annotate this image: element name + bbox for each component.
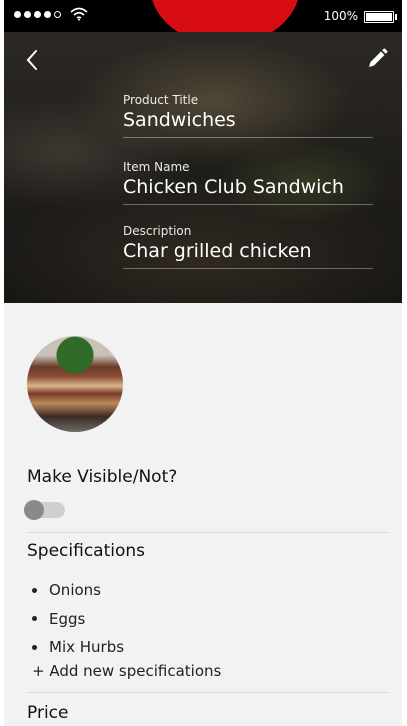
- toggle-knob: [24, 500, 44, 520]
- edit-pencil-icon[interactable]: [364, 46, 390, 72]
- spec-item-label: Eggs: [49, 609, 86, 628]
- back-chevron-icon[interactable]: [18, 46, 46, 74]
- description-label: Description: [123, 224, 192, 238]
- description-value[interactable]: Char grilled chicken: [123, 240, 373, 269]
- list-item: Mix Hurbs: [32, 633, 124, 662]
- divider: [27, 692, 389, 693]
- visibility-toggle[interactable]: [24, 500, 65, 520]
- visibility-label: Make Visible/Not?: [27, 467, 178, 487]
- list-item: Onions: [32, 576, 124, 605]
- add-specification-link[interactable]: + Add new specifications: [32, 662, 221, 680]
- specifications-list: Onions Eggs Mix Hurbs: [32, 576, 124, 662]
- divider: [27, 532, 389, 533]
- specifications-heading: Specifications: [27, 541, 146, 561]
- product-title-field[interactable]: Product Title Sandwiches: [123, 93, 373, 138]
- product-title-label: Product Title: [123, 93, 199, 107]
- bullet-icon: [32, 587, 37, 593]
- bullet-icon: [32, 616, 37, 622]
- item-name-value[interactable]: Chicken Club Sandwich: [123, 176, 373, 205]
- spec-item-label: Onions: [49, 581, 101, 600]
- item-name-label: Item Name: [123, 160, 190, 174]
- hero-image: Product Title Sandwiches Item Name Chick…: [4, 32, 402, 303]
- list-item: Eggs: [32, 605, 124, 634]
- price-heading: Price: [27, 703, 69, 723]
- phone-screen: 100% Product Title Sandwiches Item Name …: [4, 0, 402, 726]
- product-thumbnail[interactable]: [27, 336, 123, 432]
- bullet-icon: [32, 644, 37, 650]
- wifi-icon: [70, 7, 88, 21]
- item-name-field[interactable]: Item Name Chicken Club Sandwich: [123, 160, 373, 205]
- signal-strength-icon: [14, 11, 61, 18]
- battery-icon: [364, 11, 397, 23]
- battery-percentage: 100%: [323, 9, 358, 23]
- spec-item-label: Mix Hurbs: [49, 638, 125, 657]
- description-field[interactable]: Description Char grilled chicken: [123, 224, 373, 269]
- product-title-value[interactable]: Sandwiches: [123, 109, 373, 138]
